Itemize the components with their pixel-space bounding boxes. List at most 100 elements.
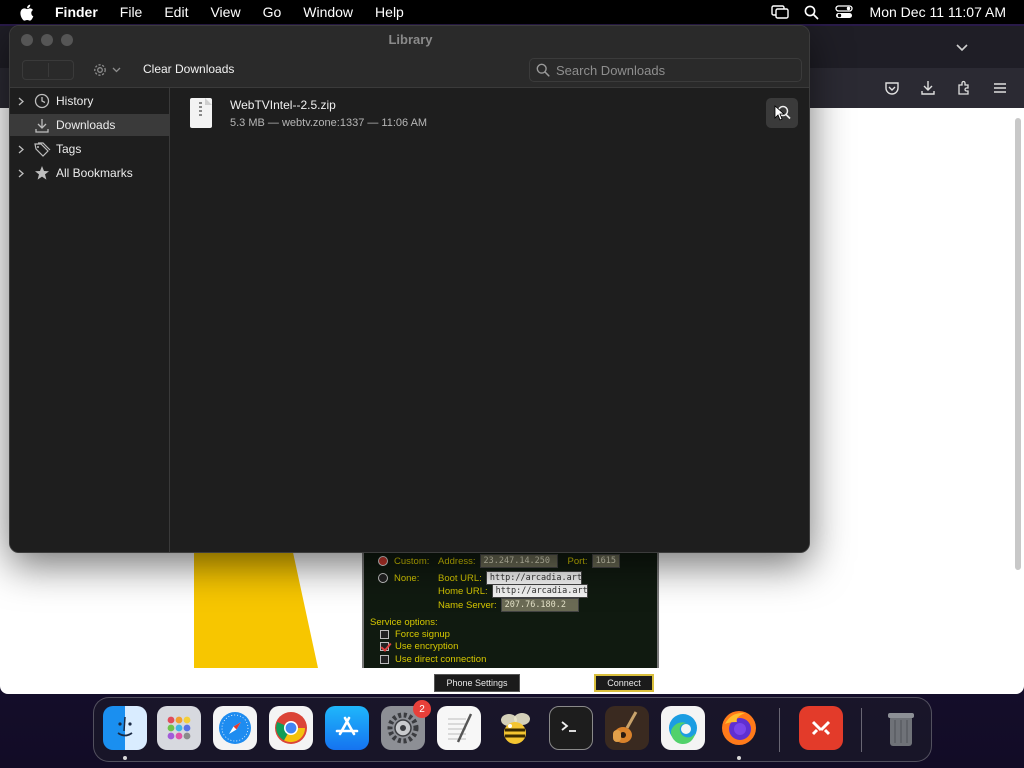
- garageband-icon[interactable]: [605, 706, 649, 750]
- custom-radio[interactable]: [378, 556, 388, 566]
- menu-go[interactable]: Go: [252, 4, 293, 20]
- firefox-icon[interactable]: [717, 706, 761, 750]
- downloads-icon[interactable]: [918, 78, 938, 98]
- menu-clock[interactable]: Mon Dec 11 11:07 AM: [860, 4, 1024, 20]
- menu-file[interactable]: File: [109, 4, 154, 20]
- port-field[interactable]: 1615: [591, 554, 620, 568]
- none-server-row: None: Boot URL: http://arcadia.artem: [378, 571, 582, 585]
- home-url-field[interactable]: http://arcadia.artem: [491, 584, 588, 598]
- control-center-icon[interactable]: [828, 5, 860, 19]
- search-icon: [530, 63, 556, 77]
- custom-server-row: Custom: Address: 23.247.14.250 Port: 161…: [378, 554, 620, 568]
- custom-label: Custom:: [394, 555, 430, 567]
- search-downloads-box[interactable]: [529, 58, 802, 82]
- disclosure-chevron-icon[interactable]: [10, 97, 32, 106]
- finder-icon[interactable]: [103, 706, 147, 750]
- system-settings-icon[interactable]: 2: [381, 700, 431, 750]
- boot-url-field[interactable]: http://arcadia.artem: [485, 571, 582, 585]
- spotlight-search-icon[interactable]: [796, 5, 828, 20]
- dock: 2: [93, 697, 932, 762]
- library-window: Library Clear Downloads History: [9, 25, 810, 553]
- disclosure-chevron-icon[interactable]: [10, 145, 32, 154]
- name-server-row: Name Server: 207.76.180.2: [438, 598, 579, 612]
- clear-downloads-button[interactable]: Clear Downloads: [143, 62, 234, 76]
- cyberduck-icon[interactable]: [493, 706, 537, 750]
- trash-icon[interactable]: [879, 706, 923, 750]
- zip-file-icon: [190, 98, 212, 128]
- direct-connection-label: Use direct connection: [395, 654, 487, 665]
- dock-separator: [861, 708, 862, 752]
- port-label: Port:: [567, 555, 588, 567]
- textedit-icon[interactable]: [437, 706, 481, 750]
- screen-mirroring-icon[interactable]: [764, 5, 796, 19]
- menu-view[interactable]: View: [199, 4, 251, 20]
- home-url-label: Home URL:: [438, 585, 488, 597]
- magnifier-folder-icon: [774, 105, 791, 121]
- apple-menu-icon[interactable]: [8, 4, 44, 21]
- sidebar-item-label: History: [56, 94, 94, 108]
- menu-help[interactable]: Help: [364, 4, 415, 20]
- sidebar-item-label: Downloads: [56, 118, 116, 132]
- none-radio[interactable]: [378, 573, 388, 583]
- sidebar-item-label: Tags: [56, 142, 82, 156]
- none-label: None:: [394, 572, 420, 584]
- name-server-label: Name Server:: [438, 599, 497, 611]
- sidebar-item-tags[interactable]: Tags: [10, 138, 170, 160]
- phone-settings-button[interactable]: Phone Settings: [434, 674, 520, 692]
- service-options-heading: Service options:: [370, 617, 438, 628]
- organize-menu-button[interactable]: [92, 60, 121, 80]
- force-signup-option[interactable]: Force signup: [380, 629, 450, 640]
- use-encryption-label: Use encryption: [395, 641, 459, 652]
- menu-edit[interactable]: Edit: [153, 4, 199, 20]
- menu-window[interactable]: Window: [292, 4, 364, 20]
- library-title: Library: [388, 32, 433, 47]
- parallels-icon[interactable]: [799, 706, 843, 750]
- connect-button[interactable]: Connect: [594, 674, 654, 692]
- force-signup-checkbox[interactable]: [380, 630, 389, 639]
- tags-icon: [32, 141, 52, 157]
- download-icon: [32, 118, 52, 133]
- search-downloads-input[interactable]: [556, 62, 801, 78]
- chrome-icon[interactable]: [269, 706, 313, 750]
- safari-icon[interactable]: [213, 706, 257, 750]
- edge-icon[interactable]: [661, 706, 705, 750]
- list-item[interactable]: WebTVIntel--2.5.zip 5.3 MB — webtv.zone:…: [171, 88, 809, 140]
- app-store-icon[interactable]: [325, 706, 369, 750]
- dock-separator: [779, 708, 780, 752]
- launchpad-icon[interactable]: [157, 706, 201, 750]
- download-details: 5.3 MB — webtv.zone:1337 — 11:06 AM: [230, 117, 428, 129]
- sidebar-item-all-bookmarks[interactable]: All Bookmarks: [10, 162, 170, 184]
- direct-connection-checkbox[interactable]: [380, 655, 389, 664]
- terminal-icon[interactable]: [549, 706, 593, 750]
- running-indicator: [737, 756, 741, 760]
- address-field[interactable]: 23.247.14.250: [479, 554, 558, 568]
- extensions-icon[interactable]: [954, 78, 974, 98]
- address-label: Address:: [438, 555, 476, 567]
- download-filename: WebTVIntel--2.5.zip: [230, 98, 336, 112]
- hamburger-menu-icon[interactable]: [990, 78, 1010, 98]
- downloads-list: WebTVIntel--2.5.zip 5.3 MB — webtv.zone:…: [171, 88, 809, 552]
- page-scrollbar[interactable]: [1015, 118, 1021, 570]
- pocket-icon[interactable]: [882, 78, 902, 98]
- name-server-field[interactable]: 207.76.180.2: [500, 598, 579, 612]
- use-encryption-checkbox[interactable]: [380, 642, 389, 651]
- sidebar-item-downloads[interactable]: Downloads: [10, 114, 170, 136]
- back-forward-buttons[interactable]: [22, 60, 74, 80]
- disclosure-chevron-icon[interactable]: [10, 169, 32, 178]
- sidebar-item-history[interactable]: History: [10, 90, 170, 112]
- home-url-row: Home URL: http://arcadia.artem: [438, 584, 588, 598]
- sidebar-item-label: All Bookmarks: [56, 166, 133, 180]
- notification-badge: 2: [413, 700, 431, 718]
- library-titlebar: Library Clear Downloads: [10, 26, 809, 88]
- force-signup-label: Force signup: [395, 629, 450, 640]
- boot-url-label: Boot URL:: [438, 572, 482, 584]
- list-all-tabs-icon[interactable]: [952, 38, 972, 58]
- library-sidebar: History Downloads Tags All Bookmarks: [10, 88, 170, 552]
- show-in-finder-button[interactable]: [766, 98, 798, 128]
- use-encryption-option[interactable]: Use encryption: [380, 641, 458, 652]
- gear-icon: [94, 64, 106, 76]
- direct-connection-option[interactable]: Use direct connection: [380, 654, 486, 665]
- menu-app-name[interactable]: Finder: [44, 4, 109, 20]
- chevron-down-icon: [112, 67, 121, 73]
- clock-icon: [32, 93, 52, 109]
